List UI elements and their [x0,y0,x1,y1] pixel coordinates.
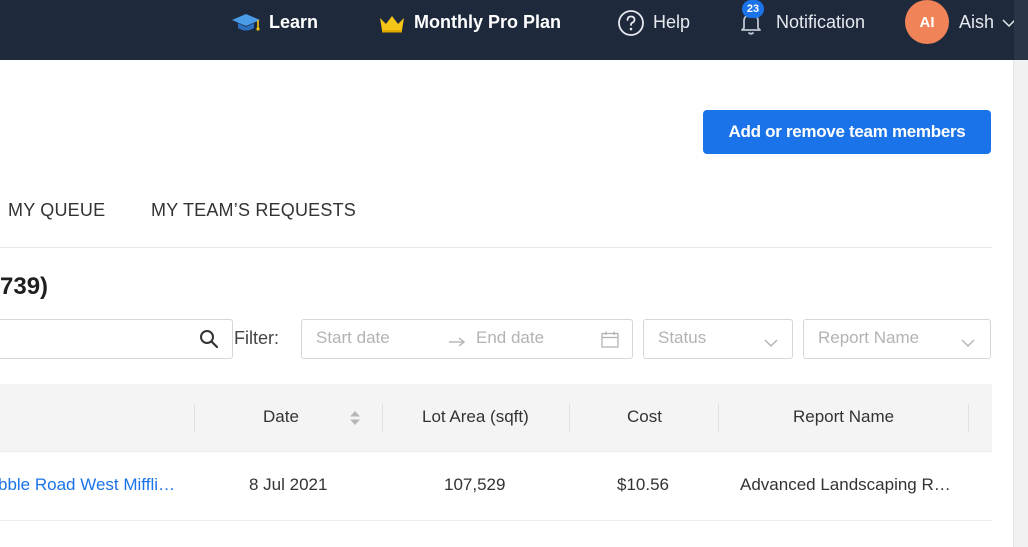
notification-count-badge: 23 [742,0,764,18]
column-separator [968,404,969,432]
add-remove-team-members-button[interactable]: Add or remove team members [703,110,991,154]
search-icon[interactable] [199,329,219,349]
graduation-cap-icon [231,11,261,35]
column-header-lot-area[interactable]: Lot Area (sqft) [422,407,529,427]
user-name: Aish [959,12,995,32]
monthly-pro-plan-link[interactable]: Monthly Pro Plan [378,0,561,45]
row-divider [0,451,992,452]
end-date-field[interactable]: End date [476,328,544,348]
help-label: Help [653,12,691,32]
tabs-divider [0,247,992,248]
row-divider [0,520,992,521]
user-menu[interactable]: Aish [959,0,1016,45]
calendar-icon [601,331,619,353]
crown-icon [378,13,406,33]
column-separator [194,404,195,432]
tab-my-queue[interactable]: MY QUEUE [8,200,105,221]
plan-label: Monthly Pro Plan [414,12,562,32]
chevron-down-icon [764,335,778,353]
column-separator [718,404,719,432]
chevron-down-icon [961,335,975,353]
start-date-field[interactable]: Start date [316,328,390,348]
column-header-cost[interactable]: Cost [627,407,662,427]
column-header-report-name[interactable]: Report Name [793,407,894,427]
page-title-count: 739) [0,273,49,300]
avatar[interactable]: AI [905,0,949,44]
filter-label: Filter: [234,328,279,348]
notification-label: Notification [776,12,866,32]
status-select-value: Status [658,328,707,347]
report-name-select-value: Report Name [818,328,920,347]
row-address-link[interactable]: bble Road West Miffli… [0,475,175,495]
column-separator [569,404,570,432]
row-report-name: Advanced Landscaping R… [740,475,951,494]
sort-icon[interactable] [349,410,361,431]
page-scrollbar-top [1014,0,1028,60]
content-scrollbar[interactable] [1013,60,1028,547]
help-link[interactable]: Help [617,0,690,45]
column-header-date[interactable]: Date [263,407,299,427]
tab-my-team-requests[interactable]: MY TEAM’S REQUESTS [151,200,356,221]
row-cost: $10.56 [617,475,669,494]
learn-label: Learn [269,12,319,32]
column-separator [382,404,383,432]
arrow-right-icon [448,333,466,351]
row-date: 8 Jul 2021 [249,475,328,494]
learn-link[interactable]: Learn [231,0,318,45]
row-lot-area: 107,529 [444,475,506,494]
help-circle-icon [617,9,645,37]
